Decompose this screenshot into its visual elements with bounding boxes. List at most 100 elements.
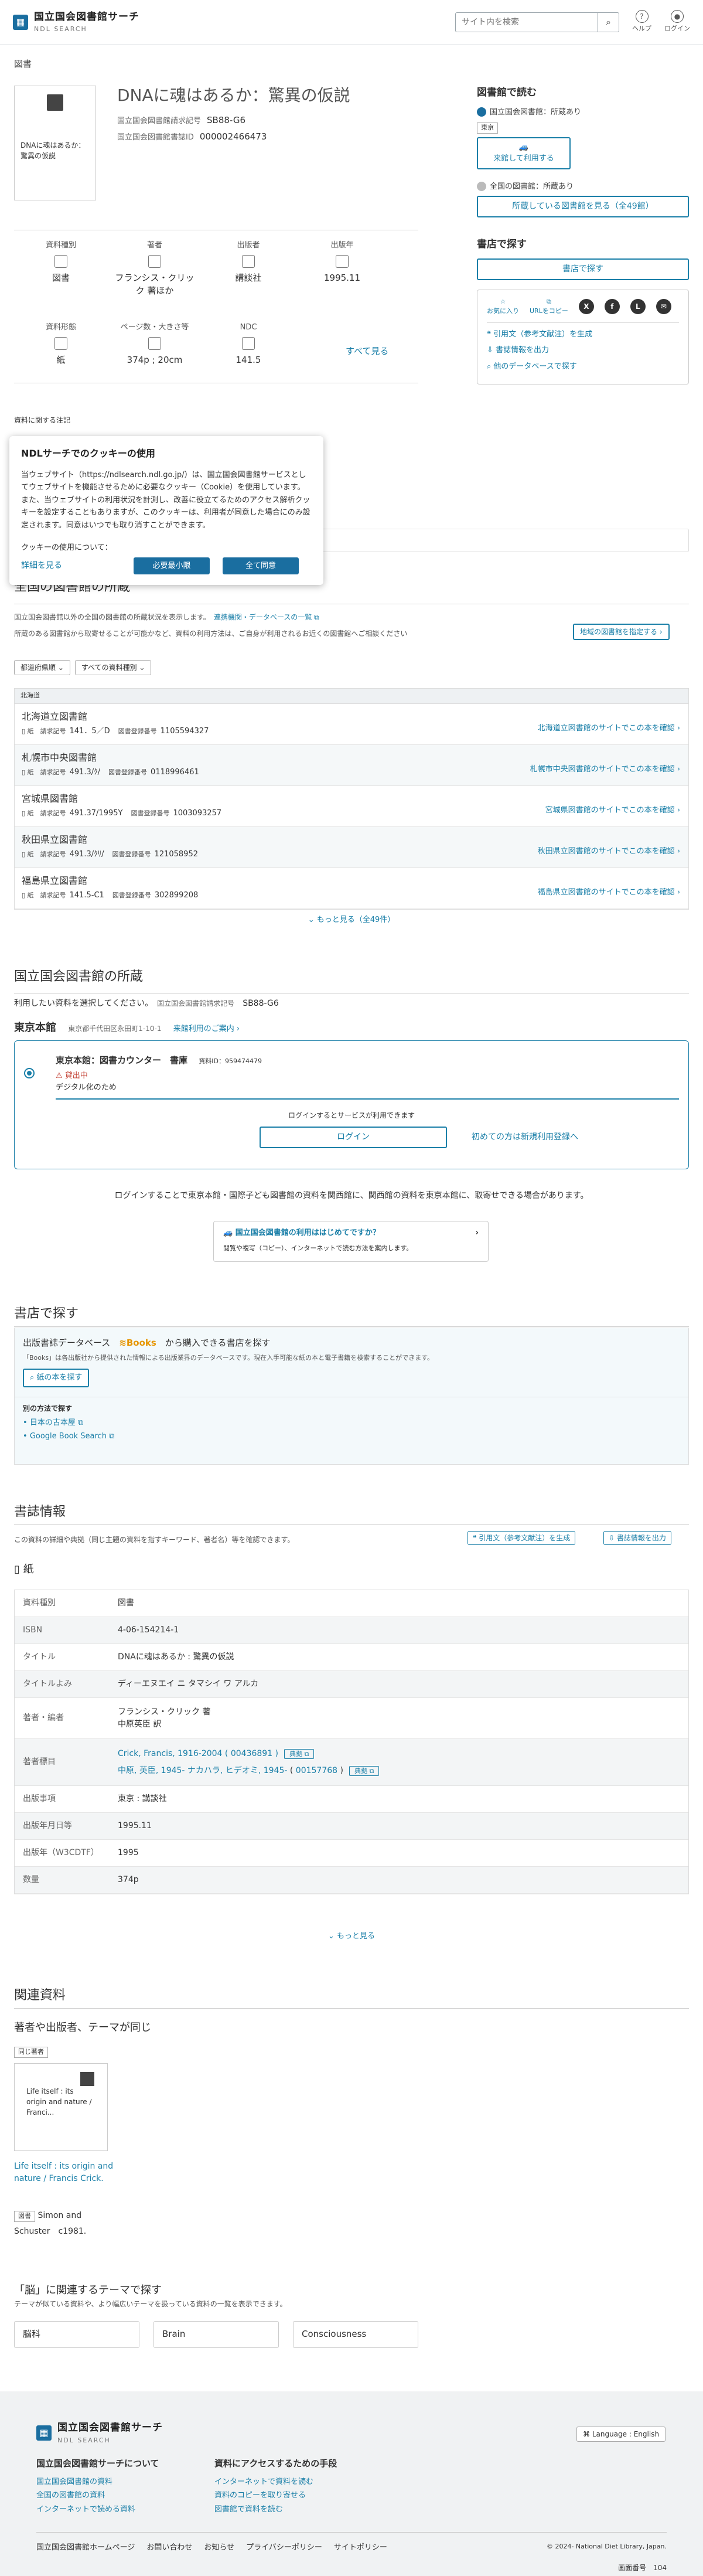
cookie-body: 当ウェブサイト（https://ndlsearch.ndl.go.jp/）は、国…: [21, 471, 310, 530]
bib-output-button[interactable]: ⇩ 書誌情報を出力: [603, 1531, 671, 1545]
pref-order-select[interactable]: 都道府県順 ⌄: [14, 660, 70, 675]
heading2-link[interactable]: 中原, 英臣, 1945- ナカハラ, ヒデオミ, 1945-: [118, 1766, 287, 1775]
status-note: デジタル化のため: [56, 1083, 117, 1092]
footer-link[interactable]: 国立国会図書館の資料: [36, 2476, 159, 2488]
footer-link[interactable]: インターネットで資料を読む: [214, 2476, 337, 2488]
type-filter-select[interactable]: すべての資料種別 ⌄: [74, 660, 152, 675]
bibid-value: 000002466473: [199, 131, 267, 142]
library-site-link[interactable]: 福島県立図書館のサイトでこの本を確認 ›: [538, 887, 680, 899]
classification-icon: [242, 336, 255, 350]
footer-link[interactable]: インターネットで読める資料: [36, 2504, 159, 2516]
login-button[interactable]: ● ログイン: [664, 10, 690, 34]
shop-section-title: 書店で探す: [14, 1306, 79, 1321]
related-title: 関連資料: [14, 1988, 66, 2003]
url-copy-button[interactable]: ⧉ URLをコピー: [530, 297, 568, 317]
tokyo-tag: 東京: [477, 122, 498, 134]
theme-item[interactable]: 脳科: [14, 2321, 139, 2348]
same-author-tag: 同じ著者: [14, 2047, 48, 2058]
facebook-icon[interactable]: f: [604, 299, 620, 314]
language-button[interactable]: ⌘ Language : English: [576, 2427, 666, 2442]
library-site-link[interactable]: 宮城県図書館のサイトでこの本を確認 ›: [545, 805, 680, 816]
related-sub: 著者や出版者、テーマが同じ: [14, 2022, 151, 2034]
paper-icon: ▯: [22, 850, 26, 858]
kosho-link[interactable]: • 日本の古本屋 ⧉: [23, 1417, 680, 1429]
cite-link[interactable]: ❝ 引用文（参考文献注）を生成: [487, 329, 679, 341]
search-input[interactable]: [456, 12, 598, 32]
bib-cite-button[interactable]: ❝ 引用文（参考文献注）を生成: [467, 1531, 576, 1545]
ndl-icon: [477, 107, 486, 117]
footer-bottom-link[interactable]: プライバシーポリシー: [246, 2542, 322, 2554]
paper-icon: ▯: [22, 891, 26, 899]
ndl-login-button[interactable]: ログイン: [260, 1127, 447, 1148]
bib-more-link[interactable]: ⌄ もっと見る: [0, 1931, 703, 1942]
shop-box: 出版書誌データベース ≋Books から購入できる書店を探す 「Books」は各…: [14, 1328, 689, 1465]
site-logo[interactable]: ▦ 国立国会図書館サーチ NDL SEARCH: [13, 10, 139, 35]
view-libraries-button[interactable]: 所蔵している図書館を見る（全49館）: [477, 196, 689, 217]
search-button[interactable]: ⌕: [598, 12, 619, 32]
site-header: ▦ 国立国会図書館サーチ NDL SEARCH ⌕ ? ヘルプ ● ログイン: [0, 0, 703, 45]
visit-button[interactable]: 🚙 来館して利用する: [477, 137, 571, 169]
google-books-link[interactable]: • Google Book Search ⧉: [23, 1431, 680, 1442]
attr-year: 出版年 1995.11: [323, 241, 361, 283]
authority-button-2[interactable]: 典拠 ⧉: [349, 1765, 380, 1776]
theme-item[interactable]: Consciousness: [293, 2321, 418, 2348]
read-title: 図書館で読む: [477, 87, 537, 98]
related-cover[interactable]: Life itself : its origin and nature / Fr…: [14, 2063, 108, 2151]
cookie-accept-button[interactable]: 全て同意: [223, 557, 299, 575]
right-panel: 図書館で読む 国立国会図書館：所蔵あり 東京 🚙 来館して利用する 全国の図書館：…: [477, 86, 689, 384]
mail-icon[interactable]: ✉: [656, 299, 671, 314]
themes-desc: テーマが似ている資料や、より幅広いテーマを扱っている資料の一覧を表示できます。: [14, 2300, 287, 2308]
ndl-callno: SB88-G6: [243, 999, 279, 1008]
ndl-item-card: 東京本館：図書カウンター 書庫 資料ID：959474479 ⚠ 貸出中 デジタ…: [14, 1040, 689, 1169]
paper-icon: ▯: [22, 809, 26, 817]
region-button[interactable]: 地域の図書館を指定する ›: [573, 624, 670, 640]
cookie-details-link[interactable]: 詳細を見る: [21, 560, 121, 572]
heading1-link[interactable]: Crick, Francis, 1916-2004 ( 00436891 ): [118, 1749, 278, 1758]
find-paper-button[interactable]: ⌕ 紙の本を探す: [23, 1369, 90, 1387]
help-button[interactable]: ? ヘルプ: [632, 10, 651, 34]
first-time-banner[interactable]: 🚙 国立国会図書館の利用ははじめてですか？ › 閲覧や複写（コピー）、インターネ…: [213, 1221, 489, 1262]
car-icon: 🚙: [518, 142, 529, 152]
attr-publisher: 出版者 講談社: [235, 241, 262, 283]
ndl-desc: 利用したい資料を選択してください。: [14, 999, 149, 1008]
footer-bottom-link[interactable]: サイトポリシー: [334, 2542, 387, 2554]
bib-form: ▯ 紙: [14, 1563, 34, 1575]
item-radio[interactable]: [24, 1068, 35, 1078]
library-site-link[interactable]: 秋田県立図書館のサイトでこの本を確認 ›: [538, 846, 680, 857]
footer-link[interactable]: 全国の図書館の資料: [36, 2490, 159, 2502]
more-libraries-link[interactable]: ⌄ もっと見る（全49件）: [0, 914, 703, 926]
library-site-link[interactable]: 北海道立図書館のサイトでこの本を確認 ›: [538, 723, 680, 734]
output-link[interactable]: ⇩ 書誌情報を出力: [487, 345, 679, 356]
see-all-link[interactable]: すべて見る: [346, 345, 388, 358]
line-icon[interactable]: L: [630, 299, 646, 314]
footer-link[interactable]: 資料のコピーを取り寄せる: [214, 2490, 337, 2502]
theme-item[interactable]: Brain: [153, 2321, 279, 2348]
holdings-desc: 国立国会図書館以外の全国の図書館の所蔵状況を表示します。: [14, 613, 207, 621]
pen-icon: [148, 254, 161, 268]
footer-link[interactable]: 図書館で資料を読む: [214, 2504, 337, 2516]
shop-button[interactable]: 書店で探す: [477, 258, 689, 280]
register-link[interactable]: 初めての方は新規利用登録へ: [472, 1131, 578, 1144]
x-icon[interactable]: X: [578, 299, 594, 314]
logo-mark-icon: ▦: [13, 14, 28, 30]
attr-type: 資料種別 図書: [45, 241, 76, 283]
bib-title-link[interactable]: DNAに魂はあるか : 驚異の仮説: [118, 1648, 688, 1667]
footer-logo[interactable]: ▦ 国立国会図書館サーチ NDL SEARCH: [36, 2421, 163, 2445]
footer-bottom-link[interactable]: お問い合わせ: [146, 2542, 192, 2554]
login-note: ログインするとサービスが利用できます: [288, 1111, 415, 1119]
library-site-link[interactable]: 札幌市中央図書館のサイトでこの本を確認 ›: [530, 764, 680, 775]
attr-pages: ページ数・大きさ等 374p ; 20cm: [120, 323, 189, 365]
footer-bottom-link[interactable]: お知らせ: [204, 2542, 234, 2554]
cookie-necessary-button[interactable]: 必要最小限: [134, 557, 210, 575]
publisher-link[interactable]: 東京 : 講談社: [118, 1789, 688, 1809]
authority-button-1[interactable]: 典拠 ⧉: [284, 1748, 315, 1759]
library-row: 秋田県立図書館 ▯ 紙 請求記号 491.3/ｸﾘ/図書登録番号 121058952 秋…: [15, 826, 688, 868]
footer-bottom-link[interactable]: 国立国会図書館ホームページ: [36, 2542, 135, 2554]
page-number: 104: [653, 2564, 667, 2572]
partner-db-link[interactable]: 連携機関・データベースの一覧 ⧉: [214, 613, 319, 621]
status-badge: ⚠ 貸出中: [56, 1071, 88, 1080]
other-db-link[interactable]: ⌕ 他のデータベースで探す: [487, 361, 679, 373]
bookmark-button[interactable]: ☆ お気に入り: [487, 297, 519, 317]
guide-link[interactable]: 来館利用のご案内 ›: [173, 1025, 240, 1033]
related-link[interactable]: Life itself : its origin and nature / Fr…: [14, 2160, 114, 2185]
